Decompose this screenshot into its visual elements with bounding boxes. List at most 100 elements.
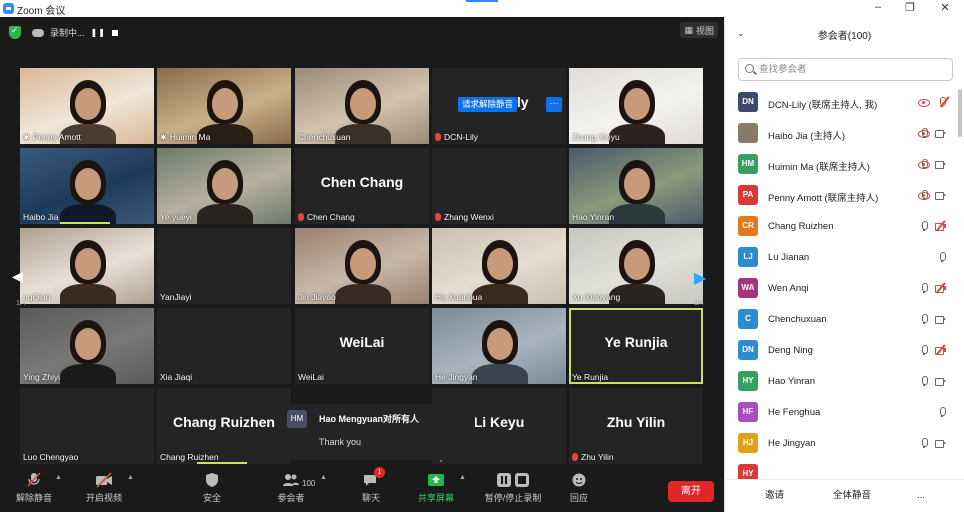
tile-name-label: Chen Chang (298, 212, 355, 222)
participant-row[interactable]: DN Deng Ning (725, 335, 964, 366)
chat-message: Thank you (319, 437, 362, 447)
camera-off-icon (935, 344, 946, 356)
audio-options-caret-icon[interactable]: ▲ (55, 474, 62, 481)
video-tile[interactable]: Hao Yinran (569, 148, 703, 224)
panel-footer: 邀请 全体静音 ... (725, 479, 964, 512)
tile-name-label: WeiLai (298, 372, 324, 382)
avatar: DN (738, 340, 758, 360)
participant-row[interactable]: DN DCN-Lily (联席主持人, 我) (725, 87, 964, 118)
pause-recording-icon[interactable]: ❚❚ (91, 28, 106, 37)
video-tile[interactable]: Xia Jiaqi (157, 308, 291, 384)
chat-badge: 1 (374, 467, 385, 478)
tile-name-label: ✱ Huimin Ma (160, 132, 210, 142)
recording-label: 录制中... (50, 28, 85, 38)
video-tile[interactable]: Jin Jiayao (295, 228, 429, 304)
more-button[interactable]: ... (911, 486, 931, 505)
video-tile[interactable]: WeiLai WeiLai (295, 308, 429, 384)
participants-button[interactable]: 参会者 (263, 472, 319, 504)
start-video-button[interactable]: 开启视频 (76, 472, 132, 504)
video-tile[interactable]: Ying Zhiyi (20, 308, 154, 384)
participant-row[interactable]: Haibo Jia (主持人) (725, 118, 964, 149)
leave-button[interactable]: 离开 (668, 481, 714, 502)
participants-caret-icon[interactable]: ▲ (320, 474, 327, 481)
tile-name-text: YanJiayi (160, 292, 192, 302)
chat-avatar: HM (287, 410, 307, 428)
security-shield-icon[interactable] (9, 25, 21, 39)
video-tile[interactable]: Xu Xiaoyang (569, 228, 703, 304)
participant-list-scrollbar[interactable] (958, 89, 962, 137)
participant-row[interactable]: CR Chang Ruizhen (725, 211, 964, 242)
chat-notification[interactable]: HM Hao Mengyuan对所有人 Thank you (285, 404, 475, 460)
avatar: HF (738, 402, 758, 422)
participant-row[interactable]: C Chenchuxuan (725, 304, 964, 335)
video-tile[interactable]: Ye Runjia Ye Runjia (569, 308, 703, 384)
minimize-button[interactable]: – (869, 1, 887, 13)
prev-page-icon[interactable]: ◀ (12, 268, 24, 286)
participant-row[interactable]: LJ Lu Jianan (725, 242, 964, 273)
invite-button[interactable]: 邀请 (759, 486, 790, 505)
security-button[interactable]: 安全 (184, 472, 240, 504)
video-tile[interactable]: ✱ Huimin Ma (157, 68, 291, 144)
video-tile[interactable]: Luo Chengyao (20, 388, 154, 464)
chat-label: 聊天 (361, 493, 380, 503)
participant-search[interactable] (738, 58, 953, 81)
video-tile[interactable]: ✱ Penny Amott (20, 68, 154, 144)
search-input[interactable] (759, 62, 944, 77)
video-tile[interactable]: He Xuanhua (432, 228, 566, 304)
request-unmute-button[interactable]: 请求解除静音 (458, 97, 518, 112)
participant-row[interactable]: PA Penny Amott (联席主持人) (725, 180, 964, 211)
video-tile[interactable]: He Jingyan (432, 308, 566, 384)
video-tile[interactable]: YanJiayi (157, 228, 291, 304)
mic-icon (939, 407, 946, 417)
video-tile[interactable]: Zhang Wenxi (432, 148, 566, 224)
shield-icon (203, 472, 221, 488)
participant-name: Hao Yinran (768, 376, 816, 387)
video-tile[interactable]: Chang Ruizhen Chang Ruizhen (157, 388, 291, 464)
avatar: CR (738, 216, 758, 236)
tile-name-text: Chang Ruizhen (160, 452, 219, 462)
participant-video-face (75, 168, 101, 200)
video-tile[interactable]: Chenchuxuan (295, 68, 429, 144)
participant-video-face (212, 168, 238, 200)
tile-name-label: YanJiayi (160, 292, 192, 302)
restore-button[interactable]: ❐ (901, 1, 919, 14)
participant-row[interactable]: HY Hao Yinran (725, 366, 964, 397)
participant-row[interactable]: WA Wen Anqi (725, 273, 964, 304)
tile-name-text: Chenchuxuan (298, 132, 351, 142)
camera-icon (935, 190, 946, 200)
reactions-label: 回应 (569, 493, 588, 503)
unmute-button[interactable]: 解除静音 (6, 472, 62, 504)
participant-video-face (487, 248, 513, 280)
tile-more-button[interactable]: ··· (546, 97, 562, 112)
share-caret-icon[interactable]: ▲ (459, 474, 466, 481)
close-button[interactable]: ✕ (936, 1, 954, 14)
participant-video-body (609, 204, 665, 224)
reactions-button[interactable]: 回应 (551, 472, 607, 504)
tile-name-text: Jin Jiayao (298, 292, 336, 302)
mic-muted-icon (435, 213, 441, 221)
chat-button[interactable]: 1 聊天 (343, 467, 399, 504)
stop-recording-icon[interactable] (111, 29, 118, 36)
participant-row[interactable]: HM Huimin Ma (联席主持人) (725, 149, 964, 180)
video-tile[interactable]: Zhu Yilin Zhu Yilin (569, 388, 703, 464)
share-screen-button[interactable]: 共享屏幕 (408, 472, 464, 504)
tile-name-text: Xia Jiaqi (160, 372, 193, 382)
camera-icon (935, 159, 946, 169)
video-tile[interactable]: Ye yueyi (157, 148, 291, 224)
participant-row[interactable]: HY (725, 459, 964, 479)
video-options-caret-icon[interactable]: ▲ (127, 474, 134, 481)
participant-row[interactable]: HJ He Jingyan (725, 428, 964, 459)
view-button[interactable]: ▦ 视图 (680, 22, 718, 38)
record-button[interactable]: 暂停/停止录制 (478, 472, 548, 504)
participant-name: He Fenghua (768, 407, 821, 418)
mute-all-button[interactable]: 全体静音 (827, 486, 877, 505)
video-tile[interactable]: Zhang Xinyu (569, 68, 703, 144)
avatar (738, 123, 758, 143)
video-tile[interactable]: Haibo Jia (20, 148, 154, 224)
video-tile[interactable]: ngQian (20, 228, 154, 304)
tile-name-label: Chenchuxuan (298, 132, 350, 142)
share-label: 共享屏幕 (417, 493, 454, 503)
video-tile[interactable]: Chen Chang Chen Chang (295, 148, 429, 224)
next-page-icon[interactable]: ▶ (694, 268, 706, 287)
participant-row[interactable]: HF He Fenghua (725, 397, 964, 428)
